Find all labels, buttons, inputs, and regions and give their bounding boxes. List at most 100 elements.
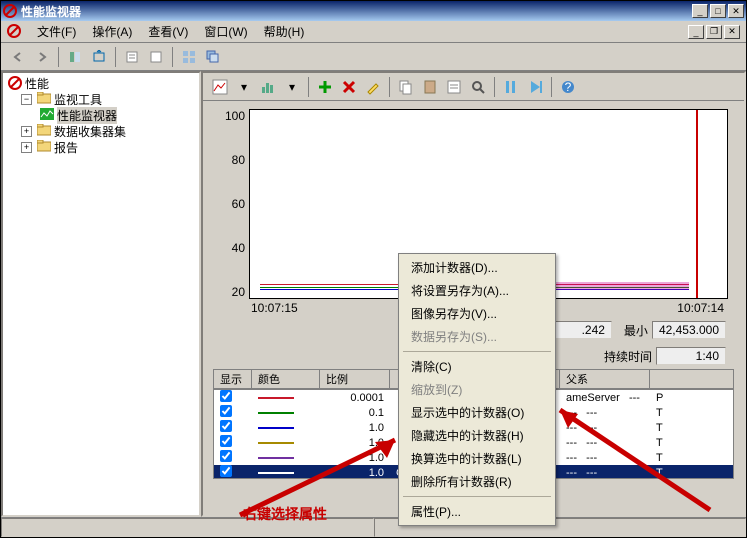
- color-swatch: [258, 472, 294, 474]
- ctx-clear[interactable]: 清除(C): [401, 355, 553, 378]
- main-window: 性能监视器 _ □ ✕ 文件(F) 操作(A) 查看(V) 窗口(W) 帮助(H…: [0, 0, 747, 538]
- export-button[interactable]: [88, 46, 110, 68]
- tree-perfmon-label: 性能监视器: [57, 107, 117, 124]
- ctx-zoom: 缩放到(Z): [401, 378, 553, 401]
- show-hide-button[interactable]: [64, 46, 86, 68]
- back-button[interactable]: [7, 46, 29, 68]
- ctx-hide-selected[interactable]: 隐藏选中的计数器(H): [401, 424, 553, 447]
- ctx-add-counters[interactable]: 添加计数器(D)...: [401, 256, 553, 279]
- statusbar: [1, 517, 746, 537]
- xtick-end: 10:07:14: [677, 301, 724, 315]
- min-label: 最小: [624, 322, 648, 339]
- chart-type-drop[interactable]: ▾: [281, 76, 303, 98]
- tree-reports[interactable]: + 报告: [5, 139, 197, 155]
- show-checkbox[interactable]: [220, 465, 232, 477]
- xtick-start: 10:07:15: [251, 301, 298, 315]
- mmc-toolbar: [1, 43, 746, 71]
- expand-icon[interactable]: +: [21, 126, 32, 137]
- ctx-remove-all[interactable]: 删除所有计数器(R): [401, 470, 553, 493]
- ytick: 20: [215, 285, 245, 299]
- freeze-button[interactable]: [500, 76, 522, 98]
- menu-file[interactable]: 文件(F): [29, 21, 84, 42]
- mdi-close[interactable]: ✕: [724, 25, 740, 39]
- scale-cell: 0.1: [320, 405, 390, 420]
- menu-action[interactable]: 操作(A): [84, 21, 140, 42]
- chart-type-button[interactable]: [257, 76, 279, 98]
- ytick: 60: [215, 197, 245, 211]
- instance-cell: --- ---: [560, 420, 650, 435]
- update-button[interactable]: [524, 76, 546, 98]
- obj-cell: T: [650, 405, 733, 420]
- tree-root[interactable]: 性能: [5, 75, 197, 91]
- col-show[interactable]: 显示: [214, 370, 252, 389]
- window-title: 性能监视器: [21, 3, 690, 20]
- ctx-save-image[interactable]: 图像另存为(V)...: [401, 302, 553, 325]
- forward-button[interactable]: [31, 46, 53, 68]
- tree-collectors[interactable]: + 数据收集器集: [5, 123, 197, 139]
- show-checkbox[interactable]: [220, 435, 232, 447]
- show-checkbox[interactable]: [220, 450, 232, 462]
- menu-window[interactable]: 窗口(W): [196, 21, 255, 42]
- cascade-button[interactable]: [202, 46, 224, 68]
- col-scale[interactable]: 比例: [320, 370, 390, 389]
- y-axis: 100 80 60 40 20: [215, 109, 249, 299]
- help-button[interactable]: ?: [557, 76, 579, 98]
- properties-button[interactable]: [121, 46, 143, 68]
- tree-root-label: 性能: [25, 75, 49, 92]
- tree-collectors-label: 数据收集器集: [54, 123, 126, 140]
- menubar: 文件(F) 操作(A) 查看(V) 窗口(W) 帮助(H) _ ❐ ✕: [1, 21, 746, 43]
- ytick: 80: [215, 153, 245, 167]
- maximize-button[interactable]: □: [710, 4, 726, 18]
- delete-counter-button[interactable]: [338, 76, 360, 98]
- mdi-minimize[interactable]: _: [688, 25, 704, 39]
- show-checkbox[interactable]: [220, 405, 232, 417]
- col-obj[interactable]: [650, 370, 734, 389]
- paste-button[interactable]: [419, 76, 441, 98]
- col-parent[interactable]: 父系: [560, 370, 650, 389]
- refresh-button[interactable]: [145, 46, 167, 68]
- instance-cell: --- ---: [560, 405, 650, 420]
- tree-pane[interactable]: 性能 − 监视工具 性能监视器 + 数据收集器集 + 报告: [1, 71, 201, 517]
- color-swatch: [258, 397, 294, 399]
- ctx-save-settings[interactable]: 将设置另存为(A)...: [401, 279, 553, 302]
- expand-icon[interactable]: +: [21, 142, 32, 153]
- app-icon: [3, 4, 17, 18]
- ctx-properties[interactable]: 属性(P)...: [401, 500, 553, 523]
- ctx-convert-selected[interactable]: 换算选中的计数器(L): [401, 447, 553, 470]
- highlight-button[interactable]: [362, 76, 384, 98]
- ctx-show-selected[interactable]: 显示选中的计数器(O): [401, 401, 553, 424]
- menu-help[interactable]: 帮助(H): [256, 21, 313, 42]
- zoom-button[interactable]: [467, 76, 489, 98]
- add-counter-button[interactable]: [314, 76, 336, 98]
- color-swatch: [258, 427, 294, 429]
- scale-cell: 1.0: [320, 435, 390, 450]
- tile-button[interactable]: [178, 46, 200, 68]
- scale-cell: 1.0: [320, 450, 390, 465]
- scale-cell: 0.0001: [320, 390, 390, 405]
- tree-perfmon[interactable]: 性能监视器: [5, 107, 197, 123]
- folder-icon: [37, 92, 51, 106]
- instance-cell: --- ---: [560, 435, 650, 450]
- view-current-button[interactable]: [209, 76, 231, 98]
- show-checkbox[interactable]: [220, 390, 232, 402]
- ytick: 100: [215, 109, 245, 123]
- show-checkbox[interactable]: [220, 420, 232, 432]
- mdi-restore[interactable]: ❐: [706, 25, 722, 39]
- obj-cell: T: [650, 420, 733, 435]
- tree-monitor-tools[interactable]: − 监视工具: [5, 91, 197, 107]
- minimize-button[interactable]: _: [692, 4, 708, 18]
- obj-cell: T: [650, 465, 733, 479]
- copy-button[interactable]: [395, 76, 417, 98]
- props-button[interactable]: [443, 76, 465, 98]
- col-color[interactable]: 颜色: [252, 370, 320, 389]
- color-swatch: [258, 412, 294, 414]
- tree-reports-label: 报告: [54, 139, 78, 156]
- menu-view[interactable]: 查看(V): [140, 21, 196, 42]
- scale-cell: 1.0: [320, 420, 390, 435]
- titlebar: 性能监视器 _ □ ✕: [1, 1, 746, 21]
- view-log-button[interactable]: ▾: [233, 76, 255, 98]
- collapse-icon[interactable]: −: [21, 94, 32, 105]
- context-menu: 添加计数器(D)... 将设置另存为(A)... 图像另存为(V)... 数据另…: [398, 253, 556, 526]
- mdi-sys-icon[interactable]: [7, 24, 23, 40]
- close-button[interactable]: ✕: [728, 4, 744, 18]
